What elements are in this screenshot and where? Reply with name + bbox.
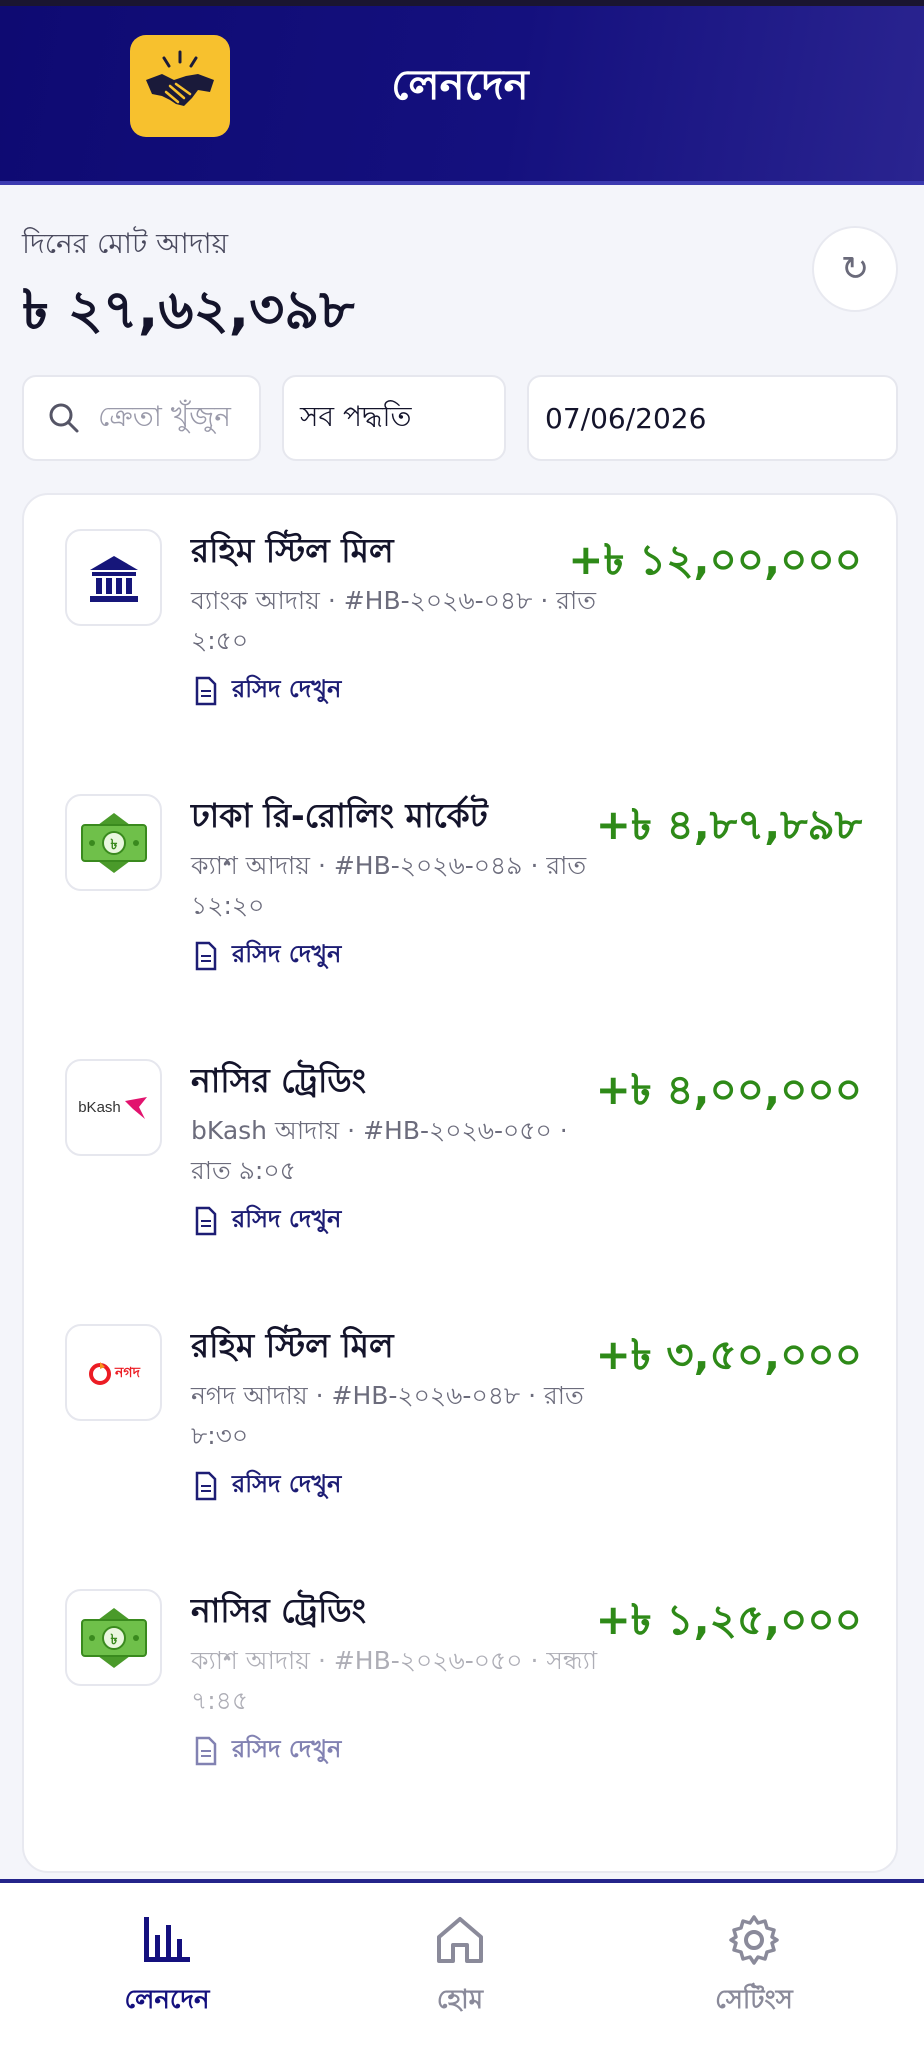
search-icon [49,403,79,433]
gear-icon [729,1915,779,1965]
refresh-icon: ↻ [840,249,870,289]
view-receipt-label: রসিদ দেখুন [232,940,342,968]
transaction-amount: +৳ ১,২৫,০০০ [595,1595,862,1644]
receipt-icon [195,941,217,971]
buyer-search-box[interactable]: ক্রেতা খুঁজুন [22,375,261,461]
buyer-name: নাসির ট্রেডিং [191,1591,366,1630]
transaction-details: bKash আদায় · #HB-২০২৬-০৫০ · রাত ৯:০৫ [191,1116,568,1185]
bottom-navigation: লেনদেন হোম সেটিংস [0,1879,924,2048]
cash-icon: ৳ [65,794,162,891]
nagad-logo-text: নগদ [115,1364,140,1381]
payment-method-value: সব পদ্ধতি [300,399,412,433]
transaction-details: নগদ আদায় · #HB-২০২৬-০৪৮ · রাত ৮:৩০ [191,1381,584,1450]
transaction-amount: +৳ ৪,৮৭,৮৯৮ [595,800,862,849]
view-receipt-label: রসিদ দেখুন [232,1470,342,1498]
transaction-amount: +৳ ৪,০০,০০০ [595,1065,862,1114]
buyer-name: নাসির ট্রেডিং [191,1061,366,1100]
transaction-details: ব্যাংক আদায় · #HB-২০২৬-০৪৮ · রাত ২:৫০ [191,586,596,655]
view-receipt-label: রসিদ দেখুন [232,1735,342,1763]
buyer-name: ঢাকা রি-রোলিং মার্কেট [191,796,488,835]
buyer-name: রহিম স্টিল মিল [191,531,394,570]
transaction-item[interactable]: ৳ নাসির ট্রেডিং ক্যাশ আদায় · #HB-২০২৬-০… [24,1555,896,1805]
view-receipt-link[interactable]: রসিদ দেখুন [194,671,341,711]
nav-label-home: হোম [436,1985,484,2015]
search-placeholder: ক্রেতা খুঁজুন [98,399,231,433]
home-icon [437,1917,483,1963]
nagad-icon: নগদ [65,1324,162,1421]
nav-tab-settings[interactable]: সেটিংস [654,1913,854,2023]
date-picker[interactable]: 07/06/2026 [527,375,898,461]
cash-icon: ৳ [65,1589,162,1686]
header-title: লেনদেন [391,60,529,109]
receipt-icon [195,1206,217,1236]
view-receipt-link[interactable]: রসিদ দেখুন [194,1201,341,1241]
transaction-details: ক্যাশ আদায় · #HB-২০২৬-০৫০ · সন্ধ্যা ৭:৪… [191,1646,598,1715]
bkash-logo-text: bKash [78,1099,121,1116]
transaction-item[interactable]: bKash নাসির ট্রেডিং bKash আদায় · #HB-২০… [24,1025,896,1275]
app-header: লেনদেন [0,0,924,185]
buyer-name: রহিম স্টিল মিল [191,1326,394,1365]
receipt-icon [195,676,217,706]
nav-label-transactions: লেনদেন [124,1985,210,2015]
bar-chart-icon [144,1917,190,1962]
view-receipt-link[interactable]: রসিদ দেখুন [194,1466,341,1506]
date-value: 07/06/2026 [545,401,707,435]
view-receipt-label: রসিদ দেখুন [232,1205,342,1233]
bank-icon [65,529,162,626]
receipt-icon [195,1736,217,1766]
view-receipt-link[interactable]: রসিদ দেখুন [194,1731,341,1771]
transaction-item[interactable]: ৳ ঢাকা রি-রোলিং মার্কেট ক্যাশ আদায় · #H… [24,760,896,1010]
receipt-icon [195,1471,217,1501]
bkash-icon: bKash [65,1059,162,1156]
refresh-button[interactable]: ↻ [812,226,898,312]
svg-text:৳: ৳ [110,1632,117,1648]
view-receipt-label: রসিদ দেখুন [232,675,342,703]
handshake-logo-icon [130,35,230,137]
view-receipt-link[interactable]: রসিদ দেখুন [194,936,341,976]
nav-tab-transactions[interactable]: লেনদেন [67,1913,267,2023]
transaction-item[interactable]: রহিম স্টিল মিল ব্যাংক আদায় · #HB-২০২৬-০… [24,495,896,745]
nav-tab-home[interactable]: হোম [360,1913,560,2023]
transaction-details: ক্যাশ আদায় · #HB-২০২৬-০৪৯ · রাত ১২:২০ [191,851,587,920]
payment-method-select[interactable]: সব পদ্ধতি [282,375,506,461]
transaction-amount: +৳ ১২,০০,০০০ [568,535,862,584]
daily-total-label: দিনের মোট আদায় [22,227,229,260]
nav-label-settings: সেটিংস [715,1985,793,2015]
transaction-amount: +৳ ৩,৫০,০০০ [595,1330,862,1379]
svg-text:৳: ৳ [110,837,117,853]
transaction-item[interactable]: নগদ রহিম স্টিল মিল নগদ আদায় · #HB-২০২৬-… [24,1290,896,1540]
transactions-list: রহিম স্টিল মিল ব্যাংক আদায় · #HB-২০২৬-০… [22,493,898,1873]
daily-total-amount: ৳ ২৭,৬২,৩৯৮ [22,278,355,341]
